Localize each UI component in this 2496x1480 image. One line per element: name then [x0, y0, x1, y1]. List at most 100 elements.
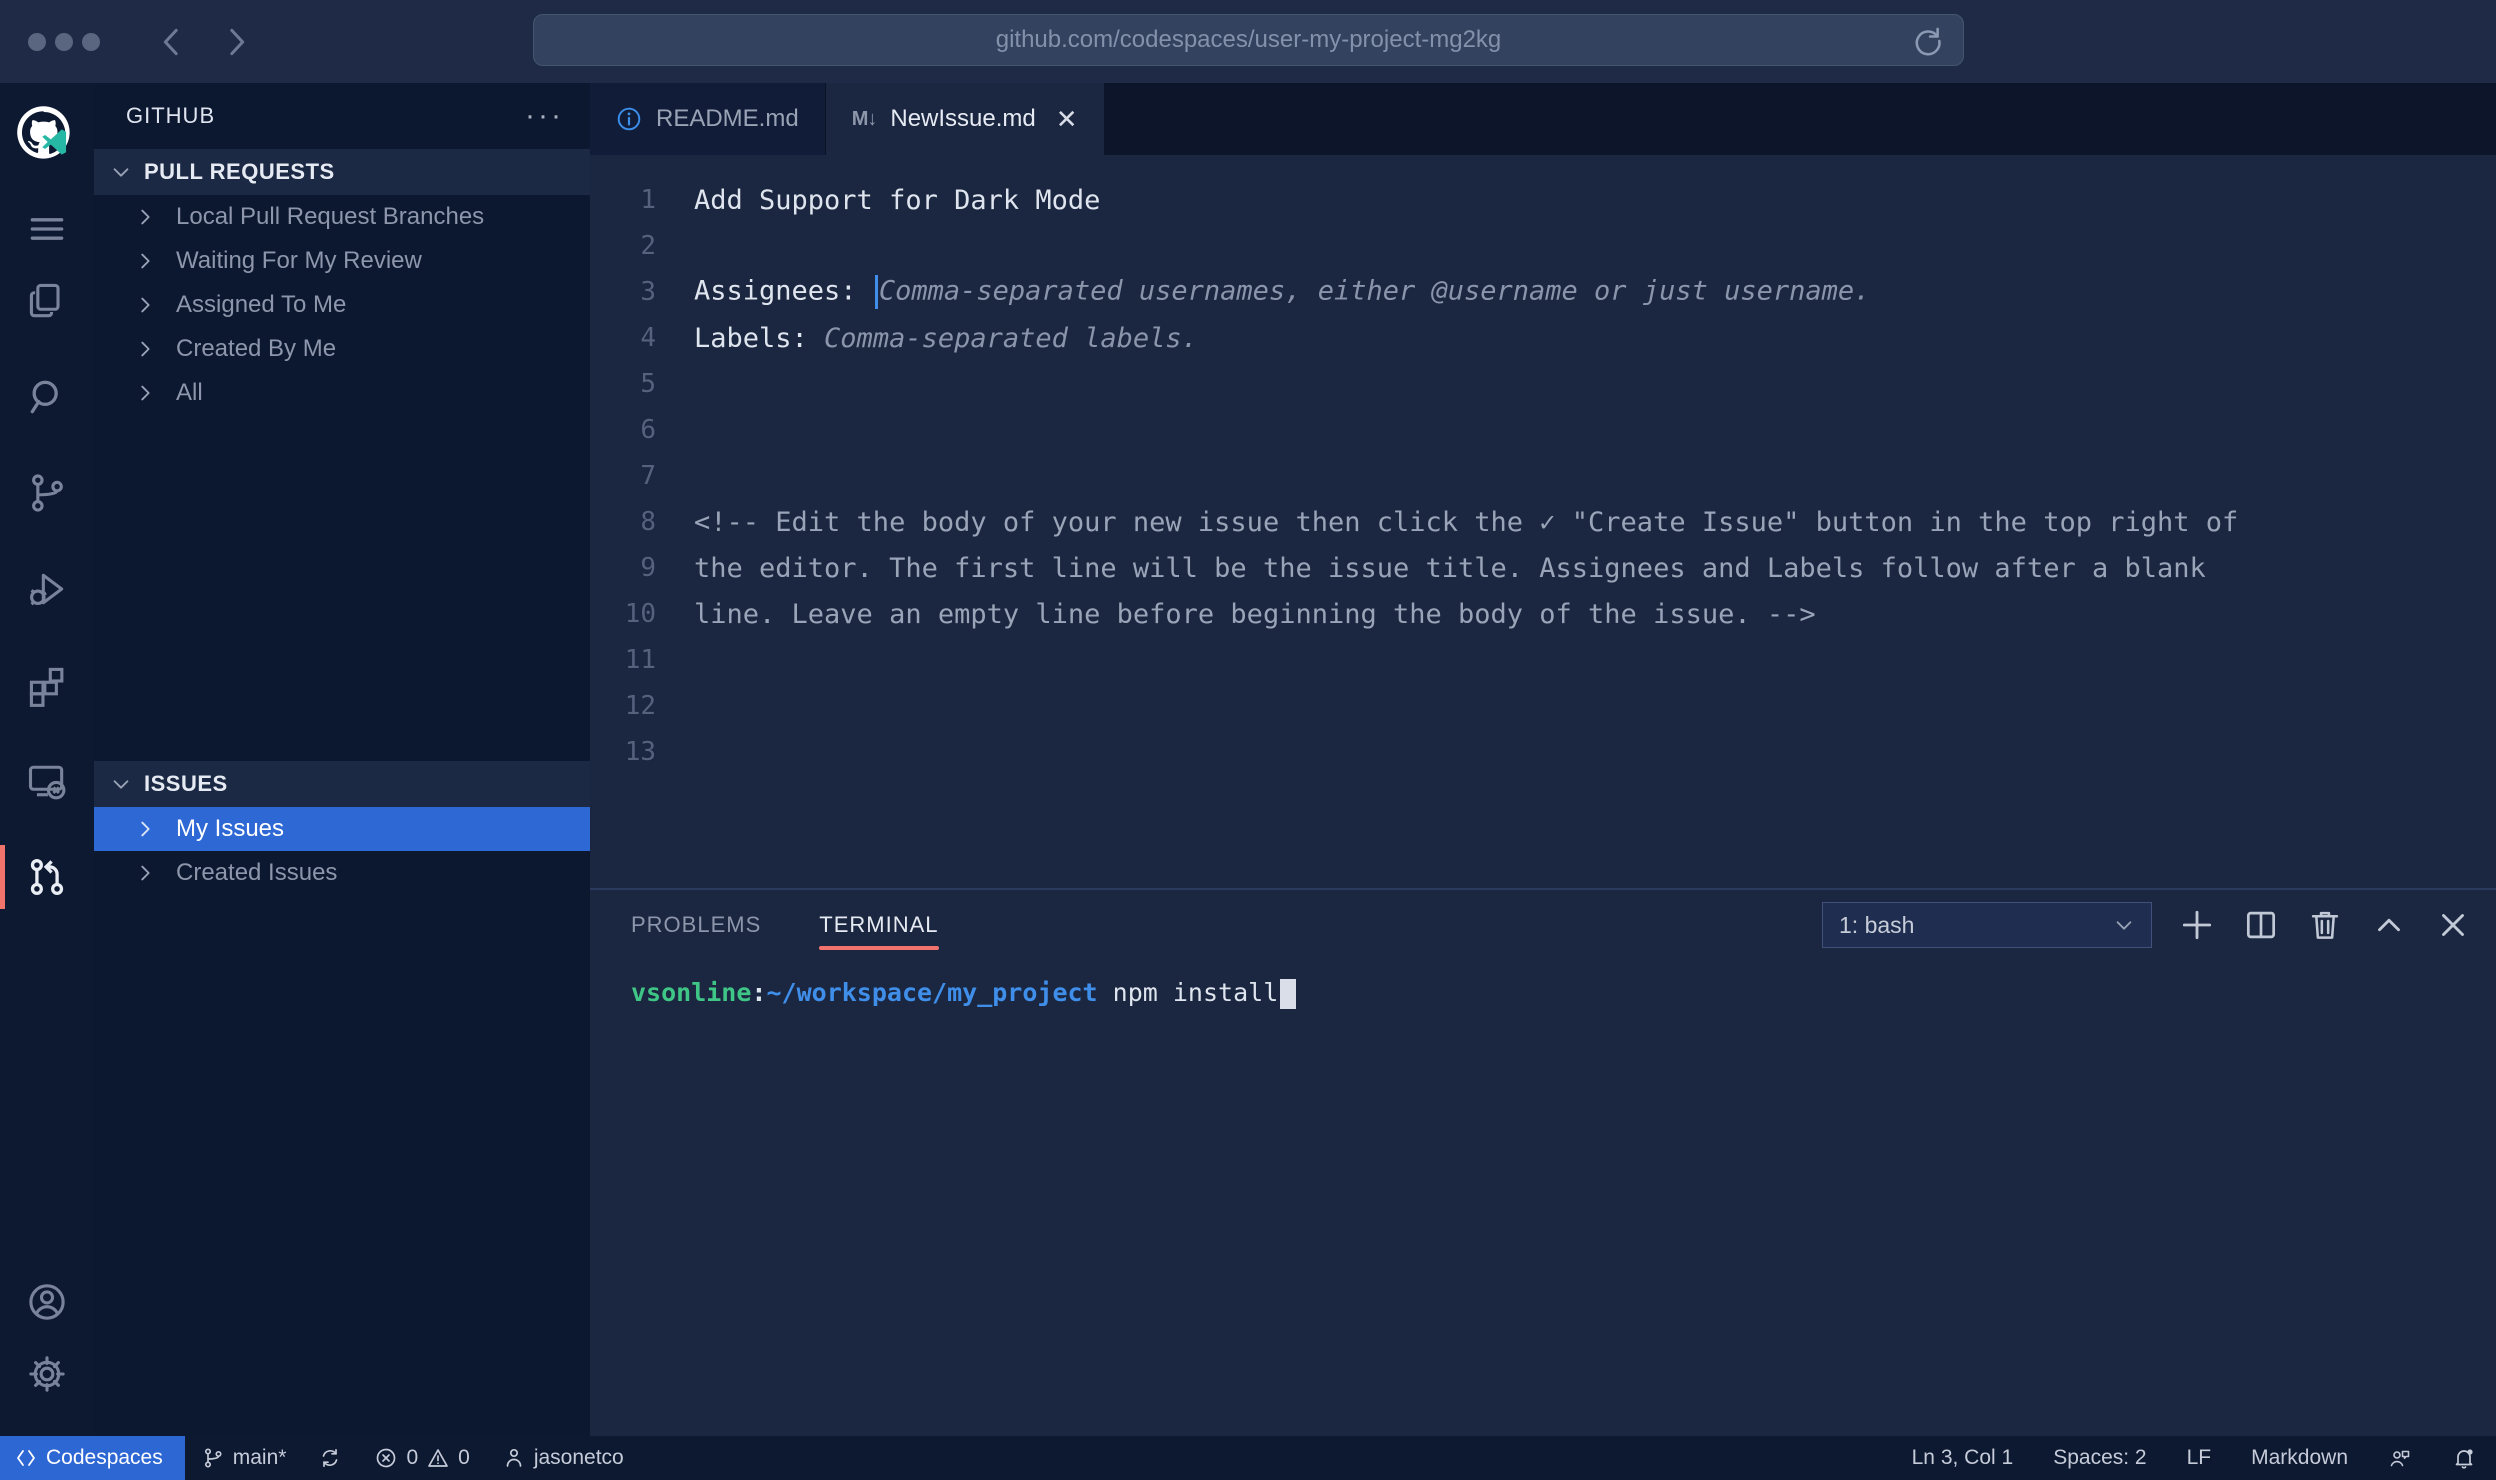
warning-count: 0: [458, 1446, 470, 1470]
github-codespaces-logo: [0, 93, 94, 179]
sidebar-spacer: [94, 415, 590, 761]
eol-setting[interactable]: LF: [2167, 1436, 2232, 1480]
section-label: ISSUES: [144, 771, 228, 797]
section-label: PULL REQUESTS: [144, 159, 335, 185]
url-text[interactable]: github.com/codespaces/user-my-project-mg…: [996, 26, 1502, 54]
editor-line: 11: [590, 637, 2496, 683]
browser-forward-button[interactable]: [216, 22, 256, 62]
settings-gear-icon[interactable]: [0, 1338, 94, 1410]
more-actions-icon[interactable]: ···: [525, 111, 564, 121]
search-icon[interactable]: [0, 361, 94, 433]
account-status[interactable]: jasonetco: [486, 1436, 640, 1480]
section-header-pull-requests[interactable]: PULL REQUESTS: [94, 149, 590, 195]
window-maximize-button[interactable]: [82, 33, 100, 51]
line-number: 1: [590, 185, 656, 215]
panel-tab-label: TERMINAL: [819, 912, 938, 938]
chevron-left-icon: [152, 22, 192, 62]
sidebar-item-local-pull-request-branches[interactable]: Local Pull Request Branches: [94, 195, 590, 239]
terminal-cursor: [1280, 979, 1296, 1009]
split-terminal-icon[interactable]: [2242, 906, 2280, 944]
sidebar-item-my-issues[interactable]: My Issues: [94, 807, 590, 851]
address-bar[interactable]: github.com/codespaces/user-my-project-mg…: [533, 14, 1964, 66]
chevron-right-icon: [134, 338, 156, 360]
cursor-position[interactable]: Ln 3, Col 1: [1892, 1436, 2034, 1480]
menu-icon[interactable]: [0, 193, 94, 265]
line-number: 9: [590, 553, 656, 583]
explorer-icon[interactable]: [0, 265, 94, 337]
field-label: Assignees:: [694, 276, 873, 307]
notifications-button[interactable]: [2432, 1436, 2496, 1480]
close-tab-icon[interactable]: ✕: [1056, 104, 1078, 135]
reload-icon[interactable]: [1911, 24, 1945, 58]
chevron-right-icon: [216, 22, 256, 62]
sidebar-item-label: All: [176, 379, 203, 407]
close-panel-icon[interactable]: [2434, 906, 2472, 944]
section-header-issues[interactable]: ISSUES: [94, 761, 590, 807]
sidebar-item-label: Waiting For My Review: [176, 247, 422, 275]
indentation-setting[interactable]: Spaces: 2: [2033, 1436, 2166, 1480]
terminal-colon: :: [751, 978, 766, 1007]
remote-explorer-icon[interactable]: [0, 745, 94, 817]
panel-tab-problems[interactable]: PROBLEMS: [631, 890, 761, 960]
error-icon: [374, 1446, 398, 1470]
editor-line: 8 <!-- Edit the body of your new issue t…: [590, 499, 2496, 545]
placeholder-text: Comma-separated labels.: [824, 323, 1198, 354]
editor-line: 5: [590, 361, 2496, 407]
problems-indicator[interactable]: 0 0: [358, 1436, 485, 1480]
remote-indicator[interactable]: Codespaces: [0, 1436, 185, 1480]
chevron-right-icon: [134, 294, 156, 316]
editor-line: 7: [590, 453, 2496, 499]
sidebar-item-created-by-me[interactable]: Created By Me: [94, 327, 590, 371]
browser-back-button[interactable]: [152, 22, 192, 62]
feedback-button[interactable]: [2368, 1436, 2432, 1480]
editor-line: 4 Labels: Comma-separated labels.: [590, 315, 2496, 361]
editor-area: README.md M↓ NewIssue.md ✕ 1 Add Support…: [590, 83, 2496, 1436]
github-pull-request-icon[interactable]: [0, 841, 94, 913]
branch-indicator[interactable]: main*: [185, 1436, 303, 1480]
tab-readme[interactable]: README.md: [590, 83, 826, 155]
chevron-right-icon: [134, 818, 156, 840]
source-control-icon[interactable]: [0, 457, 94, 529]
sidebar-item-label: Created Issues: [176, 859, 337, 887]
chevron-down-icon: [110, 161, 132, 183]
activity-bar: [0, 83, 94, 1436]
line-number: 11: [590, 645, 656, 675]
chevron-down-icon: [110, 773, 132, 795]
status-bar: Codespaces main* 0 0 jasonetco Ln 3, Col…: [0, 1436, 2496, 1480]
panel-tab-label: PROBLEMS: [631, 912, 761, 938]
info-icon: [616, 106, 642, 132]
editor-line: 3 Assignees: Comma-separated usernames, …: [590, 269, 2496, 315]
tab-newissue[interactable]: M↓ NewIssue.md ✕: [826, 83, 1104, 155]
line-number: 5: [590, 369, 656, 399]
error-count: 0: [406, 1446, 418, 1470]
sidebar-item-created-issues[interactable]: Created Issues: [94, 851, 590, 895]
terminal-output[interactable]: vsonline:~/workspace/my_project npm inst…: [590, 960, 2496, 1009]
panel-tab-terminal[interactable]: TERMINAL: [819, 890, 938, 960]
sidebar-item-assigned-to-me[interactable]: Assigned To Me: [94, 283, 590, 327]
extensions-icon[interactable]: [0, 649, 94, 721]
window-controls[interactable]: [28, 33, 100, 51]
sync-button[interactable]: [302, 1436, 358, 1480]
window-minimize-button[interactable]: [55, 33, 73, 51]
account-icon[interactable]: [0, 1266, 94, 1338]
window-close-button[interactable]: [28, 33, 46, 51]
code-text: Labels: Comma-separated labels.: [694, 323, 1198, 354]
editor-line: 6: [590, 407, 2496, 453]
field-label: Labels:: [694, 323, 824, 354]
sync-icon: [318, 1446, 342, 1470]
editor-pane[interactable]: 1 Add Support for Dark Mode 2 3 Assignee…: [590, 155, 2496, 888]
maximize-panel-icon[interactable]: [2370, 906, 2408, 944]
run-debug-icon[interactable]: [0, 553, 94, 625]
kill-terminal-trash-icon[interactable]: [2306, 906, 2344, 944]
chevron-right-icon: [134, 862, 156, 884]
sidebar-item-all[interactable]: All: [94, 371, 590, 415]
feedback-icon: [2388, 1446, 2412, 1470]
terminal-select[interactable]: 1: bash: [1822, 902, 2152, 948]
new-terminal-icon[interactable]: [2178, 906, 2216, 944]
language-mode[interactable]: Markdown: [2231, 1436, 2368, 1480]
comment-text: <!-- Edit the body of your new issue the…: [694, 507, 2238, 538]
sidebar-item-waiting-for-my-review[interactable]: Waiting For My Review: [94, 239, 590, 283]
github-sidebar: GITHUB ··· PULL REQUESTS Local Pull Requ…: [94, 83, 590, 1436]
terminal-user: vsonline: [631, 978, 751, 1007]
git-branch-icon: [201, 1446, 225, 1470]
